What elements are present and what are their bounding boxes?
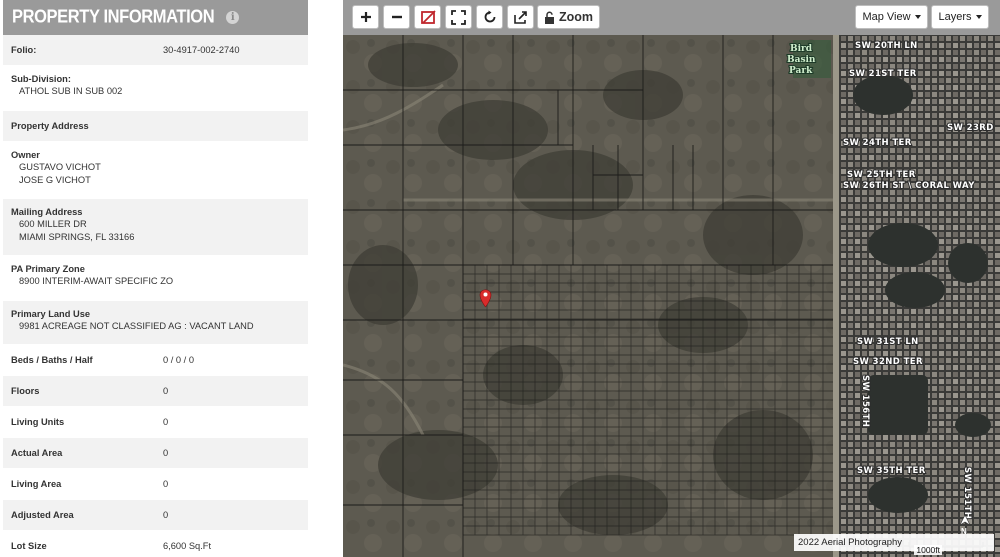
share-button[interactable]	[507, 5, 534, 29]
property-value: MIAMI SPRINGS, FL 33166	[19, 232, 135, 242]
property-row: Adjusted Area 0	[3, 500, 308, 531]
map-view-label: Map View	[862, 11, 911, 23]
zoom-out-button[interactable]	[383, 5, 410, 29]
property-label: PA Primary Zone	[11, 264, 85, 274]
street-label: SW 151TH	[962, 467, 972, 519]
chevron-down-icon	[975, 15, 982, 19]
scale-label: 1000ft	[914, 545, 942, 555]
property-value: ATHOL SUB IN SUB 002	[19, 86, 123, 96]
panel-header: PROPERTY INFORMATION i	[3, 0, 308, 35]
property-label: Sub-Division:	[11, 74, 71, 84]
layers-dropdown[interactable]: Layers	[931, 5, 989, 29]
aerial-map-image: Bird Basin Park SW 20TH LN SW 21ST TER S…	[343, 35, 1000, 557]
map-panel: Zoom Map View Layers Bird Basin Park SW …	[343, 0, 1000, 557]
refresh-icon	[484, 10, 495, 23]
chevron-down-icon	[914, 15, 921, 19]
street-label: SW 25TH TER	[847, 170, 916, 180]
property-row: Primary Land Use 9981 ACREAGE NOT CLASSIF…	[3, 301, 308, 345]
street-label: SW 21ST TER	[849, 69, 917, 79]
property-label: Actual Area	[11, 448, 63, 458]
plus-icon	[360, 12, 371, 22]
property-label: Primary Land Use	[11, 309, 91, 319]
property-row: Sub-Division: ATHOL SUB IN SUB 002	[3, 66, 308, 111]
map-view-dropdown[interactable]: Map View	[855, 5, 928, 29]
street-label: SW 31ST LN	[857, 337, 919, 347]
property-label: Living Units	[11, 417, 65, 427]
share-icon	[514, 10, 527, 24]
cancel-box-icon	[420, 10, 436, 24]
street-label: SW 20TH LN	[855, 41, 918, 51]
street-label: SW 32ND TER	[853, 357, 923, 367]
refresh-button[interactable]	[476, 5, 503, 29]
zoom-tool-button[interactable]: Zoom	[537, 5, 600, 29]
park-label-line3: Park	[789, 66, 813, 76]
street-label: SW 23RD	[947, 123, 994, 133]
property-value: 0	[163, 386, 169, 396]
street-label: SW 26TH ST \ CORAL WAY	[843, 181, 975, 191]
property-value: 0	[163, 448, 169, 458]
zoom-in-button[interactable]	[352, 5, 379, 29]
property-label: Living Area	[11, 479, 62, 489]
erase-button[interactable]	[414, 5, 441, 29]
property-value: 9981 ACREAGE NOT CLASSIFIED AG : VACANT …	[19, 321, 254, 331]
property-row: Floors 0	[3, 376, 308, 407]
property-rows: Folio: 30-4917-002-2740 Sub-Division: ATHOL…	[3, 35, 308, 557]
panel-title: PROPERTY INFORMATION	[12, 6, 215, 28]
lock-icon	[544, 11, 554, 24]
property-label: Adjusted Area	[11, 510, 74, 520]
property-label: Property Address	[11, 121, 89, 131]
park-label-line2: Basin	[787, 55, 816, 65]
property-row: Actual Area 0	[3, 438, 308, 469]
aerial-map-canvas[interactable]: Bird Basin Park SW 20TH LN SW 21ST TER S…	[343, 35, 1000, 557]
property-value: 0	[163, 510, 169, 520]
park-label-line1: Bird	[790, 44, 813, 54]
street-label: SW 156TH	[860, 375, 870, 427]
info-icon[interactable]: i	[226, 11, 240, 24]
property-value: GUSTAVO VICHOT	[19, 162, 101, 172]
minus-icon	[391, 15, 402, 19]
street-label: SW 35TH TER	[857, 466, 926, 476]
property-row: Mailing Address 600 MILLER DR MIAMI SPRING…	[3, 199, 308, 256]
zoom-label: Zoom	[558, 10, 594, 24]
layers-label: Layers	[938, 11, 972, 23]
property-row: Property Address	[3, 111, 308, 142]
property-row: Living Units 0	[3, 407, 308, 438]
property-value: JOSE G VICHOT	[19, 175, 91, 185]
property-value: 0 / 0 / 0	[163, 355, 195, 365]
property-label: Mailing Address	[11, 207, 83, 217]
property-value: 600 MILLER DR	[19, 219, 87, 229]
property-value: 0	[163, 479, 169, 489]
property-value: 8900 INTERIM-AWAIT SPECIFIC ZO	[19, 276, 174, 286]
property-label: Owner	[11, 150, 40, 160]
map-toolbar: Zoom Map View Layers	[343, 0, 1000, 35]
property-row: Beds / Baths / Half 0 / 0 / 0	[3, 345, 308, 376]
fullscreen-icon	[451, 9, 466, 25]
map-attribution: 2022 Aerial Photography	[794, 534, 994, 551]
property-value: 0	[163, 417, 169, 427]
property-info-panel: PROPERTY INFORMATION i Folio: 30-4917-002…	[3, 0, 308, 557]
property-value: 6,600 Sq.Ft	[163, 541, 212, 551]
fullscreen-button[interactable]	[445, 5, 472, 29]
property-label: Beds / Baths / Half	[11, 355, 93, 365]
property-value: 30-4917-002-2740	[163, 45, 240, 55]
property-row: Folio: 30-4917-002-2740	[3, 35, 308, 66]
property-row: Living Area 0	[3, 469, 308, 500]
street-label: SW 24TH TER	[843, 138, 912, 148]
property-row: PA Primary Zone 8900 INTERIM-AWAIT SPECIF…	[3, 256, 308, 301]
property-label: Folio:	[11, 45, 37, 55]
property-row: Lot Size 6,600 Sq.Ft	[3, 531, 308, 557]
property-row: Owner GUSTAVO VICHOT JOSE G VICHOT	[3, 142, 308, 199]
property-label: Floors	[11, 386, 40, 396]
property-label: Lot Size	[11, 541, 47, 551]
